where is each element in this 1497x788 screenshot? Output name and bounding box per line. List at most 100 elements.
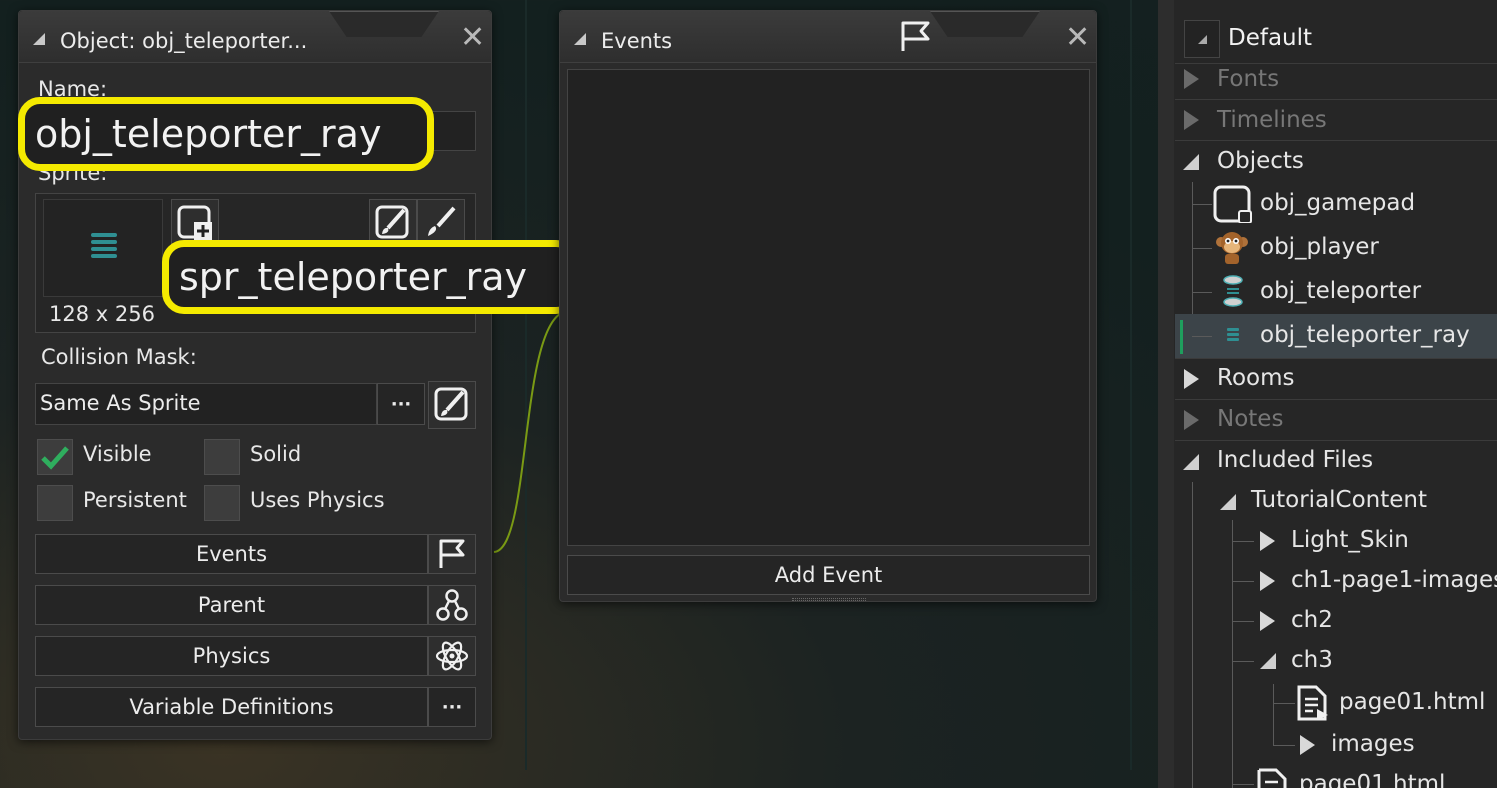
group-rooms[interactable]: Rooms xyxy=(1217,365,1294,391)
more-dots-icon: ··· xyxy=(390,393,412,415)
group-objects[interactable]: Objects xyxy=(1217,148,1304,174)
folder-ch2[interactable]: ch2 xyxy=(1291,607,1333,633)
row-divider xyxy=(1175,440,1497,441)
uses-physics-label: Uses Physics xyxy=(250,488,385,512)
events-icon-button[interactable] xyxy=(428,534,476,574)
resize-grip[interactable] xyxy=(792,598,866,601)
sprite-name-highlight[interactable]: spr_teleporter_ray xyxy=(162,240,578,314)
monkey-sprite-icon xyxy=(1216,232,1248,264)
persistent-checkbox[interactable] xyxy=(37,485,73,521)
tree-line xyxy=(1192,336,1212,337)
collapse-icon[interactable] xyxy=(1220,494,1236,510)
events-panel: Events ✕ Add Event xyxy=(559,10,1097,602)
asset-browser-header xyxy=(1175,14,1497,64)
selection-marker xyxy=(1180,320,1183,354)
object-panel-title: Object: obj_teleporter... xyxy=(60,29,308,53)
parent-icon-button[interactable] xyxy=(428,585,476,625)
group-notes[interactable]: Notes xyxy=(1217,406,1283,432)
events-panel-title: Events xyxy=(601,29,673,53)
tree-line xyxy=(1232,520,1233,788)
tree-line xyxy=(1232,541,1254,542)
file-page01-html[interactable]: page01.html xyxy=(1339,689,1485,715)
expand-icon[interactable] xyxy=(1260,611,1275,631)
tree-line xyxy=(1232,621,1254,622)
flag-icon xyxy=(901,21,930,51)
checkmark-icon xyxy=(41,446,69,470)
folder-tutorial-content[interactable]: TutorialContent xyxy=(1251,487,1427,513)
name-input[interactable]: obj_teleporter_ray xyxy=(18,97,434,171)
group-timelines[interactable]: Timelines xyxy=(1217,107,1327,133)
brush-edit-icon xyxy=(375,205,409,239)
sprite-thumbnail-icon xyxy=(91,233,117,258)
solid-checkbox[interactable] xyxy=(204,439,240,475)
panel-tab-notch xyxy=(930,11,1040,37)
collapse-icon[interactable] xyxy=(1183,154,1199,170)
new-sprite-icon xyxy=(177,205,212,240)
sprite-size: 128 x 256 xyxy=(49,302,155,326)
parent-button[interactable]: Parent xyxy=(35,585,428,625)
collapse-icon[interactable] xyxy=(1260,653,1276,669)
close-icon[interactable]: ✕ xyxy=(1065,23,1090,53)
obj-teleporter-label: obj_teleporter xyxy=(1260,278,1422,304)
expand-icon[interactable] xyxy=(1260,571,1275,591)
tree-line xyxy=(1232,581,1254,582)
row-divider xyxy=(1175,399,1497,400)
variable-definitions-more-button[interactable]: ··· xyxy=(428,687,476,727)
collision-mask-edit-button[interactable] xyxy=(428,381,476,429)
folder-images[interactable]: images xyxy=(1331,731,1415,757)
sprite-preview[interactable] xyxy=(43,199,163,297)
tree-line xyxy=(1273,745,1295,746)
brush-icon xyxy=(428,206,456,236)
folder-ch1-page1-images[interactable]: ch1-page1-images xyxy=(1291,567,1497,593)
persistent-label: Persistent xyxy=(83,488,187,512)
add-event-button[interactable]: Add Event xyxy=(567,555,1090,595)
more-dots-icon: ··· xyxy=(441,696,463,718)
group-included-files[interactable]: Included Files xyxy=(1217,447,1373,473)
close-icon[interactable]: ✕ xyxy=(460,23,485,53)
visible-label: Visible xyxy=(83,442,152,466)
flag-icon xyxy=(439,539,465,568)
tree-line xyxy=(1192,482,1193,788)
file-page01-html-partial[interactable]: page01.html xyxy=(1299,771,1445,788)
html-file-icon xyxy=(1257,768,1287,788)
collision-mask-label: Collision Mask: xyxy=(41,345,197,369)
teleporter-sprite-icon xyxy=(1223,275,1243,307)
obj-teleporter-ray-label: obj_teleporter_ray xyxy=(1260,322,1470,348)
expand-icon[interactable] xyxy=(1184,110,1199,130)
collapse-all-button[interactable] xyxy=(1184,20,1220,58)
events-list[interactable] xyxy=(567,69,1090,546)
folder-ch3[interactable]: ch3 xyxy=(1291,647,1333,673)
teleporter-ray-sprite-icon xyxy=(1227,328,1239,341)
group-fonts[interactable]: Fonts xyxy=(1217,66,1279,92)
brush-edit-icon xyxy=(434,387,468,421)
hierarchy-icon xyxy=(436,589,468,621)
expand-icon[interactable] xyxy=(1184,369,1199,389)
row-divider xyxy=(1175,140,1497,141)
panel-connector xyxy=(493,313,561,553)
row-divider xyxy=(1175,99,1497,100)
gamepad-object-icon xyxy=(1213,185,1252,223)
tree-line xyxy=(1273,703,1295,704)
events-button[interactable]: Events xyxy=(35,534,428,574)
expand-icon[interactable] xyxy=(1260,531,1275,551)
collapse-icon[interactable] xyxy=(1183,454,1199,470)
canvas-divider xyxy=(1130,0,1132,770)
uses-physics-checkbox[interactable] xyxy=(204,485,240,521)
expand-icon[interactable] xyxy=(1184,69,1199,89)
collision-mask-more-button[interactable]: ··· xyxy=(377,383,425,425)
tree-line xyxy=(1232,784,1254,785)
expand-icon[interactable] xyxy=(1184,410,1199,430)
atom-icon xyxy=(435,641,469,671)
expand-icon[interactable] xyxy=(1300,735,1315,755)
folder-light-skin[interactable]: Light_Skin xyxy=(1291,527,1409,553)
asset-browser-title: Default xyxy=(1228,25,1313,51)
physics-icon-button[interactable] xyxy=(428,636,476,676)
panel-tab-notch xyxy=(329,11,439,37)
visible-checkbox[interactable] xyxy=(37,439,73,475)
physics-button[interactable]: Physics xyxy=(35,636,428,676)
collapse-icon[interactable] xyxy=(33,33,45,45)
collapse-icon[interactable] xyxy=(574,33,586,45)
variable-definitions-button[interactable]: Variable Definitions xyxy=(35,687,428,727)
collision-mask-select[interactable]: Same As Sprite xyxy=(35,383,377,425)
asset-browser-left-edge xyxy=(1158,0,1174,788)
